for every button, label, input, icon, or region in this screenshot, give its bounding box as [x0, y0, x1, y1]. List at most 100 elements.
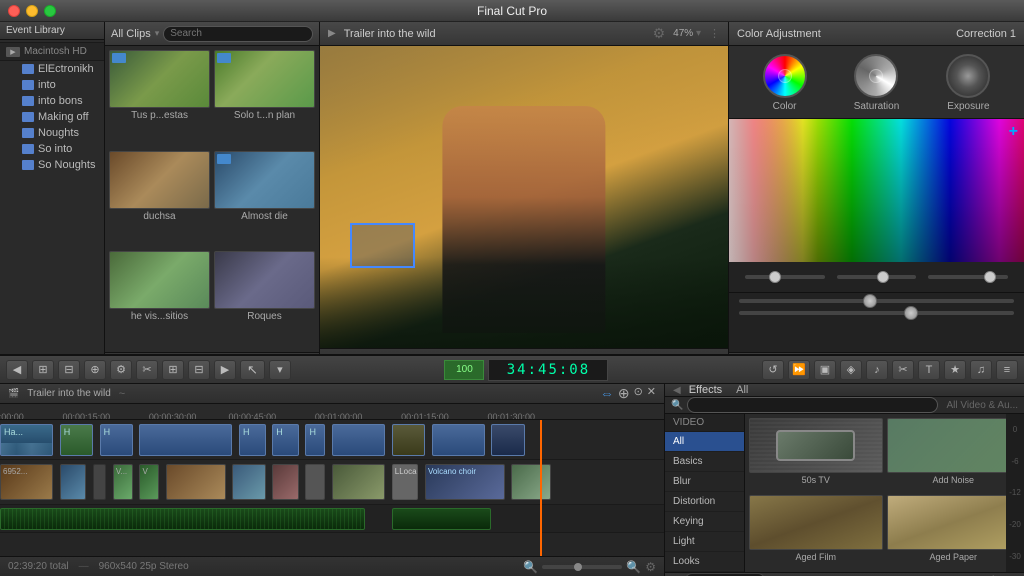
- thumb-clip[interactable]: 6952...: [0, 464, 53, 500]
- thumb-clip[interactable]: [332, 464, 385, 500]
- slider-track-3[interactable]: [928, 275, 1008, 279]
- sidebar-item-noughts[interactable]: Noughts: [0, 125, 104, 141]
- zoom-in-icon[interactable]: 🔍: [626, 560, 641, 574]
- tool-btn-8[interactable]: ▶: [214, 360, 236, 380]
- sat-slider-track[interactable]: [739, 311, 1014, 315]
- sidebar-item-so-noughts[interactable]: So Noughts: [0, 157, 104, 173]
- thumb-clip[interactable]: [93, 464, 106, 500]
- sidebar-item-so-into[interactable]: So into: [0, 141, 104, 157]
- track-clip[interactable]: [491, 424, 524, 456]
- effects-cat-distortion[interactable]: Distortion: [665, 492, 744, 512]
- tool-btn-5[interactable]: ✂: [136, 360, 158, 380]
- thumb-clip[interactable]: V: [139, 464, 159, 500]
- slider-track-1[interactable]: [745, 275, 825, 279]
- exposure-tool[interactable]: Exposure: [946, 54, 990, 112]
- saturation-tool[interactable]: Saturation: [854, 54, 900, 112]
- tool-btn-3[interactable]: ⊕: [84, 360, 106, 380]
- thumb-clip[interactable]: [272, 464, 299, 500]
- tool-btn-2[interactable]: ⊟: [58, 360, 80, 380]
- tool-btn-4[interactable]: ⚙: [110, 360, 132, 380]
- settings-icon[interactable]: ⚙: [645, 560, 656, 574]
- zoom-slider[interactable]: [542, 565, 622, 569]
- effect-item-aged-film[interactable]: Aged Film: [749, 495, 883, 568]
- slider-track-2[interactable]: [837, 275, 917, 279]
- effects-search-input[interactable]: [687, 397, 938, 413]
- track-clip[interactable]: H: [100, 424, 133, 456]
- effects-cat-blur[interactable]: Blur: [665, 472, 744, 492]
- maximize-button[interactable]: [44, 5, 56, 17]
- track-clip[interactable]: [139, 424, 232, 456]
- zoom-thumb[interactable]: [574, 563, 582, 571]
- effects-cat-keying[interactable]: Keying: [665, 512, 744, 532]
- track-clip[interactable]: H: [272, 424, 299, 456]
- thumb-clip[interactable]: [511, 464, 551, 500]
- track-clip[interactable]: Ha...: [0, 424, 53, 456]
- slider-thumb-1[interactable]: [769, 271, 781, 283]
- track-clip[interactable]: H: [239, 424, 266, 456]
- slider-thumb-2[interactable]: [877, 271, 889, 283]
- hue-slider-thumb[interactable]: [863, 294, 877, 308]
- more-btn[interactable]: ≡: [996, 360, 1018, 380]
- thumb-clip[interactable]: Volcano choir: [425, 464, 505, 500]
- clip-item[interactable]: duchsa: [109, 151, 210, 248]
- browser-search-input[interactable]: [163, 26, 313, 42]
- audio2-btn[interactable]: ♫: [970, 360, 992, 380]
- thumb-clip[interactable]: [166, 464, 226, 500]
- track-clip[interactable]: [392, 424, 425, 456]
- color-gradient-area[interactable]: +: [729, 119, 1024, 292]
- tool-btn-7[interactable]: ⊟: [188, 360, 210, 380]
- effects-tab-all[interactable]: All: [736, 384, 748, 396]
- timeline-back-btn[interactable]: ◀: [6, 360, 28, 380]
- close-button[interactable]: [8, 5, 20, 17]
- sidebar-item-making-off[interactable]: Making off: [0, 109, 104, 125]
- thumb-clip[interactable]: [60, 464, 87, 500]
- slider-thumb-3[interactable]: [984, 271, 996, 283]
- track-clip[interactable]: [432, 424, 485, 456]
- audio-clip-2[interactable]: [392, 508, 492, 530]
- tool-btn-1[interactable]: ⊞: [32, 360, 54, 380]
- effect-item-aged-paper[interactable]: Aged Paper: [887, 495, 1021, 568]
- tool-btn-6[interactable]: ⊞: [162, 360, 184, 380]
- tool-btn-9[interactable]: ▾: [269, 360, 291, 380]
- track-clip[interactable]: H: [305, 424, 325, 456]
- effects-cat-basics[interactable]: Basics: [665, 452, 744, 472]
- audio-clip[interactable]: [0, 508, 365, 530]
- text-btn[interactable]: T: [918, 360, 940, 380]
- video-btn[interactable]: ▣: [814, 360, 836, 380]
- track-clip[interactable]: H: [60, 424, 93, 456]
- event-icon: [22, 160, 34, 170]
- snap-btn[interactable]: ◈: [840, 360, 862, 380]
- hue-slider-track[interactable]: [739, 299, 1014, 303]
- color-wheel-tool[interactable]: Color: [763, 54, 807, 112]
- thumb-clip[interactable]: [232, 464, 265, 500]
- back-arrow-icon[interactable]: ◀: [673, 385, 681, 396]
- sat-slider-thumb[interactable]: [904, 306, 918, 320]
- zoom-out-icon[interactable]: 🔍: [523, 560, 538, 574]
- speed-btn[interactable]: ⏩: [788, 360, 810, 380]
- clip-item[interactable]: he vis...sitios: [109, 251, 210, 348]
- effects-cat-all[interactable]: All: [665, 432, 744, 452]
- close-timeline-icon[interactable]: ✕: [647, 385, 656, 402]
- clip-item[interactable]: Tus p...estas: [109, 50, 210, 147]
- clip-item[interactable]: Almost die: [214, 151, 315, 248]
- track-clip[interactable]: [332, 424, 385, 456]
- cut-btn[interactable]: ✂: [892, 360, 914, 380]
- effects-cat-light[interactable]: Light: [665, 532, 744, 552]
- audio-btn[interactable]: ♪: [866, 360, 888, 380]
- effect-item-add-noise[interactable]: Add Noise: [887, 418, 1021, 491]
- sidebar-item-into[interactable]: into: [0, 77, 104, 93]
- minimize-button[interactable]: [26, 5, 38, 17]
- retiming-btn[interactable]: ↺: [762, 360, 784, 380]
- clip-item[interactable]: Solo t...n plan: [214, 50, 315, 147]
- thumb-clip[interactable]: LLoca: [392, 464, 419, 500]
- effects-cat-looks[interactable]: Looks: [665, 552, 744, 572]
- thumb-clip[interactable]: [305, 464, 325, 500]
- effects-btn[interactable]: ★: [944, 360, 966, 380]
- sidebar-item-into-bons[interactable]: into bons: [0, 93, 104, 109]
- effect-item-50s-tv[interactable]: 50s TV: [749, 418, 883, 491]
- clip-item[interactable]: Roques: [214, 251, 315, 348]
- thumb-clip[interactable]: V...: [113, 464, 133, 500]
- sidebar-item-electronikh[interactable]: ElEctronikh: [0, 61, 104, 77]
- select-tool[interactable]: ↖: [240, 360, 265, 380]
- gradient-add-button[interactable]: +: [1009, 123, 1018, 141]
